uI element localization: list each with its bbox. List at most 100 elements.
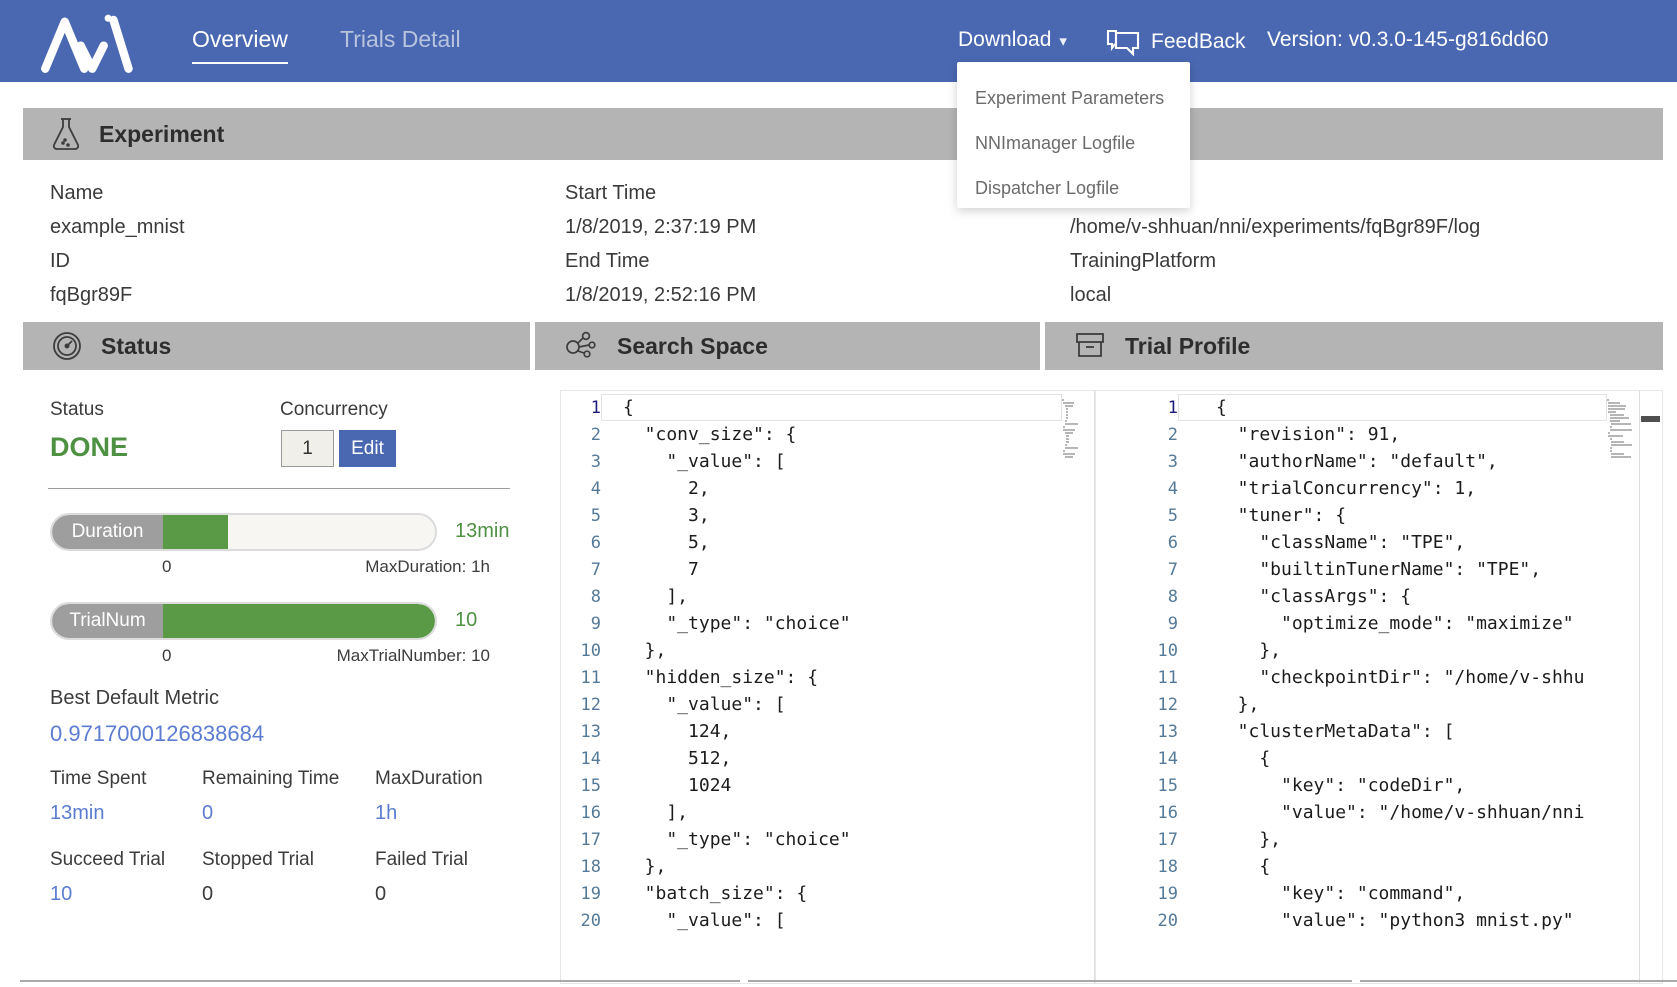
- training-platform-label: TrainingPlatform: [1070, 244, 1480, 278]
- version-text: Version: v0.3.0-145-g816dd60: [1267, 28, 1548, 52]
- status-value: DONE: [50, 432, 128, 463]
- bottom-scroll-line: [748, 980, 1352, 982]
- search-space-code-editor[interactable]: 1{2 "conv_size": {3 "_value": [4 2,5 3,6…: [560, 390, 1118, 984]
- code-line: 8 ],: [561, 583, 1117, 610]
- search-space-section-header: Search Space: [535, 322, 1040, 370]
- trialnum-value: 10: [455, 609, 477, 632]
- code-line: 16 "value": "/home/v-shhuan/nni: [1096, 799, 1662, 826]
- experiment-section-title: Experiment: [99, 121, 224, 148]
- code-line: 17 },: [1096, 826, 1662, 853]
- duration-value: 13min: [455, 520, 509, 543]
- trialnum-bar-label: TrialNum: [52, 604, 163, 638]
- code-line: 7 7: [561, 556, 1117, 583]
- code-line: 4 "trialConcurrency": 1,: [1096, 475, 1662, 502]
- duration-bar-label: Duration: [52, 515, 163, 549]
- trial-profile-scrollbar-thumb[interactable]: [1641, 416, 1660, 422]
- code-line: 20 "value": "python3 mnist.py": [1096, 907, 1662, 934]
- concurrency-input[interactable]: [281, 430, 334, 467]
- code-line: 8 "classArgs": {: [1096, 583, 1662, 610]
- tab-trials-detail[interactable]: Trials Detail: [340, 26, 461, 53]
- nni-logo-icon[interactable]: [36, 12, 136, 79]
- best-metric-value: 0.9717000126838684: [50, 721, 264, 747]
- code-line: 11 "checkpointDir": "/home/v-shhu: [1096, 664, 1662, 691]
- code-line: 2 "conv_size": {: [561, 421, 1117, 448]
- stat-failed-trial: Failed Trial 0: [375, 849, 468, 906]
- code-line: 19 "key": "command",: [1096, 880, 1662, 907]
- search-space-minimap[interactable]: [1062, 399, 1090, 459]
- stat-stopped-trial: Stopped Trial 0: [202, 849, 314, 906]
- duration-progress: Duration 13min 0 MaxDuration: 1h: [50, 513, 530, 579]
- nni-overview-page: Overview Trials Detail Download ▾ FeedBac…: [0, 0, 1677, 987]
- download-dropdown-menu: Experiment Parameters NNImanager Logfile…: [957, 62, 1190, 208]
- id-value: fqBgr89F: [50, 278, 185, 312]
- feedback-chat-icon: [1105, 28, 1141, 56]
- code-line: 13 "clusterMetaData": [: [1096, 718, 1662, 745]
- download-label: Download: [958, 28, 1051, 51]
- best-metric-label: Best Default Metric: [50, 687, 219, 710]
- stat-max-duration: MaxDuration 1h: [375, 768, 483, 825]
- stat-remaining-time: Remaining Time 0: [202, 768, 339, 825]
- divider: [48, 488, 510, 489]
- trialnum-bar-fill: [163, 604, 435, 638]
- code-line: 1{: [1096, 394, 1662, 421]
- menu-item-dispatcher-logfile[interactable]: Dispatcher Logfile: [957, 166, 1190, 211]
- bottom-scroll-line: [1360, 980, 1677, 982]
- bottom-scroll-line: [20, 980, 740, 982]
- status-panel-body: Status DONE Concurrency Edit Duration 13…: [23, 370, 530, 982]
- end-time-label: End Time: [565, 244, 756, 278]
- experiment-fields-col1: Name example_mnist ID fqBgr89F: [50, 176, 185, 312]
- download-menu-button[interactable]: Download ▾: [958, 28, 1067, 52]
- code-line: 5 3,: [561, 502, 1117, 529]
- duration-bar: Duration: [50, 513, 437, 551]
- code-line: 12 "_value": [: [561, 691, 1117, 718]
- code-line: 12 },: [1096, 691, 1662, 718]
- edit-button[interactable]: Edit: [339, 430, 396, 467]
- trial-profile-section-header: Trial Profile: [1045, 322, 1663, 370]
- id-label: ID: [50, 244, 185, 278]
- status-section-title: Status: [101, 333, 171, 360]
- menu-item-nnimanager-logfile[interactable]: NNImanager Logfile: [957, 121, 1190, 166]
- search-space-code-lines: 1{2 "conv_size": {3 "_value": [4 2,5 3,6…: [561, 394, 1117, 934]
- trialnum-max: MaxTrialNumber: 10: [337, 646, 490, 666]
- code-line: 2 "revision": 91,: [1096, 421, 1662, 448]
- gauge-icon: [51, 330, 83, 362]
- menu-item-experiment-parameters[interactable]: Experiment Parameters: [957, 76, 1190, 121]
- end-time-value: 1/8/2019, 2:52:16 PM: [565, 278, 756, 312]
- code-line: 6 5,: [561, 529, 1117, 556]
- stat-time-spent: Time Spent 13min: [50, 768, 146, 825]
- duration-bar-track: [163, 515, 435, 549]
- code-line: 15 1024: [561, 772, 1117, 799]
- code-line: 6 "className": "TPE",: [1096, 529, 1662, 556]
- code-line: 16 ],: [561, 799, 1117, 826]
- code-line: 13 124,: [561, 718, 1117, 745]
- code-line: 14 512,: [561, 745, 1117, 772]
- feedback-link[interactable]: FeedBack: [1105, 28, 1246, 56]
- experiment-fields-col2: Start Time 1/8/2019, 2:37:19 PM End Time…: [565, 176, 756, 312]
- chevron-down-icon: ▾: [1059, 33, 1067, 50]
- trial-profile-section-title: Trial Profile: [1125, 333, 1250, 360]
- training-platform-value: local: [1070, 278, 1480, 312]
- code-line: 11 "hidden_size": {: [561, 664, 1117, 691]
- start-time-value: 1/8/2019, 2:37:19 PM: [565, 210, 756, 244]
- status-section-header: Status: [23, 322, 530, 370]
- trialnum-min: 0: [162, 646, 171, 666]
- tab-overview[interactable]: Overview: [192, 26, 288, 64]
- trialnum-bar-track: [163, 604, 435, 638]
- code-line: 1{: [561, 394, 1117, 421]
- experiment-section-header: Experiment: [23, 108, 1663, 160]
- trial-profile-minimap[interactable]: [1607, 399, 1635, 459]
- duration-max: MaxDuration: 1h: [365, 557, 490, 577]
- code-line: 9 "_type": "choice": [561, 610, 1117, 637]
- code-line: 14 {: [1096, 745, 1662, 772]
- code-line: 9 "optimize_mode": "maximize": [1096, 610, 1662, 637]
- name-label: Name: [50, 176, 185, 210]
- code-line: 7 "builtinTunerName": "TPE",: [1096, 556, 1662, 583]
- code-line: 18 {: [1096, 853, 1662, 880]
- code-line: 3 "authorName": "default",: [1096, 448, 1662, 475]
- molecule-icon: [563, 330, 599, 362]
- trialnum-progress: TrialNum 10 0 MaxTrialNumber: 10: [50, 602, 530, 668]
- trial-profile-code-editor[interactable]: 1{2 "revision": 91,3 "authorName": "defa…: [1095, 390, 1663, 984]
- log-path-value: /home/v-shhuan/nni/experiments/fqBgr89F/…: [1070, 210, 1480, 244]
- feedback-label: FeedBack: [1151, 30, 1246, 54]
- start-time-label: Start Time: [565, 176, 756, 210]
